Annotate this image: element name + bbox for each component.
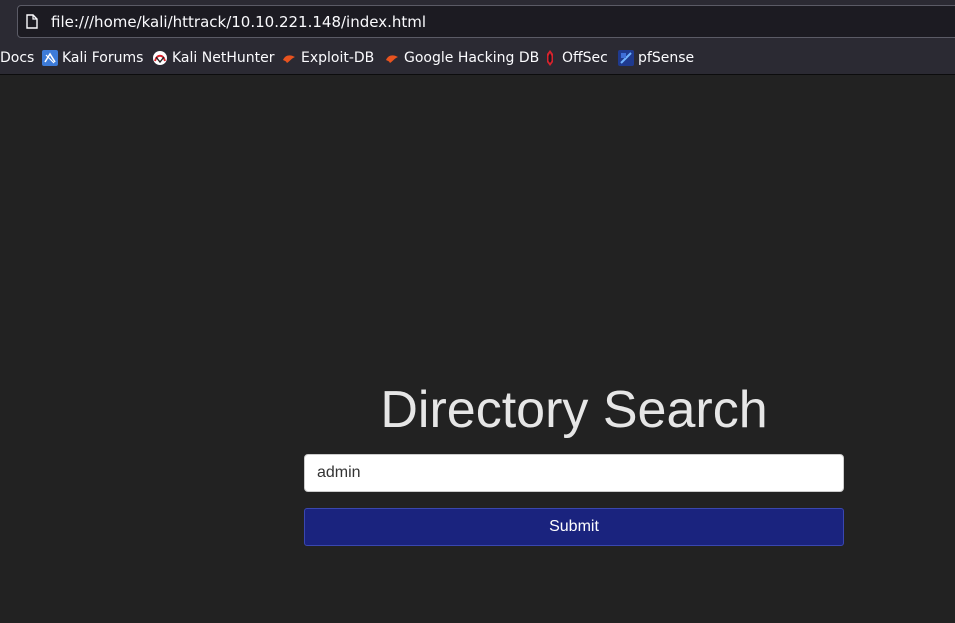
kali-forums-icon [42,50,58,66]
bookmarks-toolbar: Docs Kali Forums Kali NetHunter Exploit-… [0,41,955,75]
bookmark-kali-forums[interactable]: Kali Forums [42,49,143,67]
search-input[interactable]: admin [304,454,844,492]
submit-button[interactable]: Submit [304,508,844,546]
page-content: Directory Search admin Submit [0,75,955,623]
google-hacking-db-icon [386,55,398,63]
bookmark-exploit-db[interactable]: Exploit-DB [281,49,374,67]
address-bar[interactable]: file:///home/kali/httrack/10.10.221.148/… [17,5,955,38]
bookmark-pfsense[interactable]: pfSense [618,49,694,67]
page-title: Directory Search [380,381,768,439]
pfsense-icon [618,50,634,66]
bookmark-google-hacking-db[interactable]: Google Hacking DB [384,49,539,67]
bookmark-label: Exploit-DB [301,50,375,66]
exploit-db-icon [283,55,295,63]
bookmark-label: Docs [0,50,35,66]
bookmark-label: Google Hacking DB [404,50,540,66]
bookmark-offsec[interactable]: OffSec [542,49,608,67]
bookmark-docs[interactable]: Docs [0,49,34,67]
bookmark-label: Kali Forums [62,50,144,66]
bookmark-label: Kali NetHunter [172,50,275,66]
bookmark-label: pfSense [638,50,695,66]
bookmark-label: OffSec [562,50,608,66]
kali-nethunter-icon [153,51,167,65]
browser-toolbar: file:///home/kali/httrack/10.10.221.148/… [0,0,955,41]
bookmark-kali-nethunter[interactable]: Kali NetHunter [152,49,274,67]
offsec-icon [547,50,553,66]
page-icon [26,14,38,29]
url-text[interactable]: file:///home/kali/httrack/10.10.221.148/… [51,12,426,32]
